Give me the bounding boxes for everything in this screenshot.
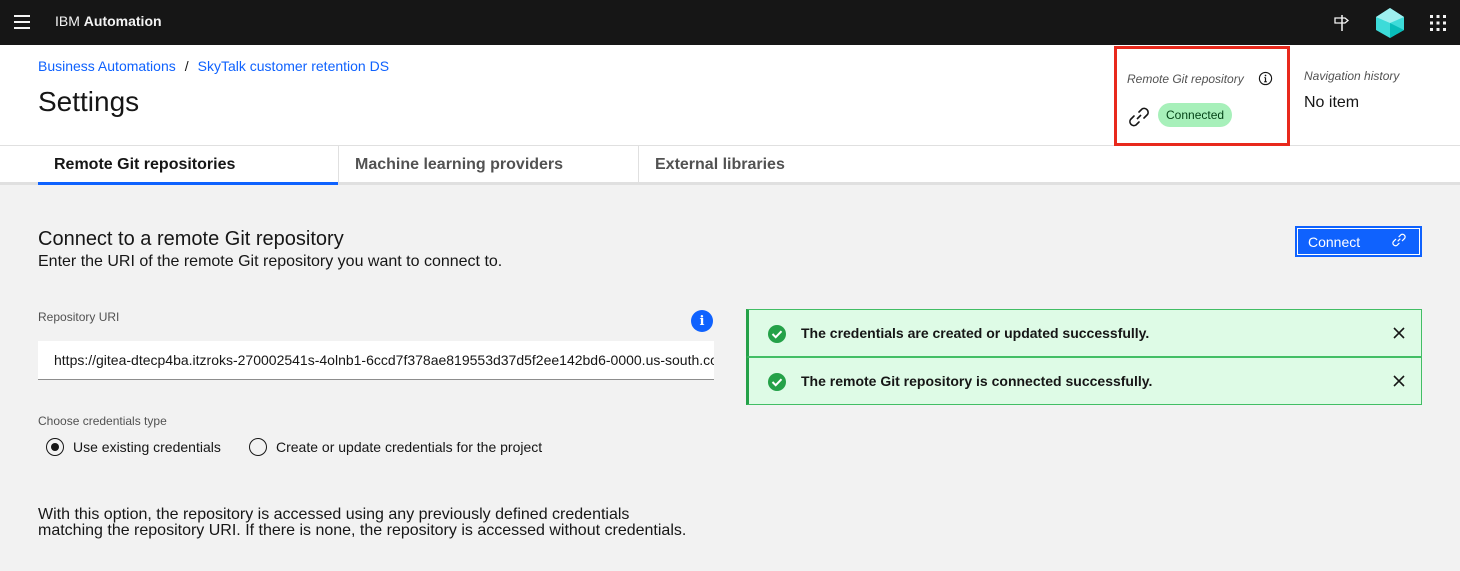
close-icon[interactable] bbox=[1391, 325, 1407, 346]
repository-uri-input[interactable] bbox=[38, 341, 714, 380]
breadcrumb-project[interactable]: SkyTalk customer retention DS bbox=[198, 58, 389, 74]
hamburger-menu-icon[interactable] bbox=[14, 15, 30, 29]
signpost-icon[interactable] bbox=[1328, 0, 1356, 45]
success-notification: The remote Git repository is connected s… bbox=[746, 357, 1422, 405]
credentials-type-label: Choose credentials type bbox=[38, 414, 167, 428]
checkmark-filled-icon bbox=[767, 372, 787, 397]
link-icon bbox=[1127, 105, 1151, 134]
help-line-2: matching the repository URI. If there is… bbox=[38, 522, 687, 539]
navigation-history: Navigation history No item bbox=[1304, 69, 1399, 112]
success-notification: The credentials are created or updated s… bbox=[746, 309, 1422, 357]
top-bar: IBM Automation bbox=[0, 0, 1460, 45]
brand-title[interactable]: IBM Automation bbox=[55, 13, 162, 29]
brand-name: Automation bbox=[83, 13, 162, 29]
settings-tabs: Remote Git repositories Machine learning… bbox=[0, 146, 1460, 185]
breadcrumb-business-automations[interactable]: Business Automations bbox=[38, 58, 176, 74]
brand-prefix: IBM bbox=[55, 13, 80, 29]
tab-remote-git-repositories[interactable]: Remote Git repositories bbox=[38, 146, 338, 185]
remote-git-status-panel: Remote Git repository Connected bbox=[1114, 46, 1290, 146]
connected-status-tag: Connected bbox=[1158, 103, 1233, 127]
radio-label: Create or update credentials for the pro… bbox=[276, 439, 543, 455]
tab-external-libraries[interactable]: External libraries bbox=[638, 146, 938, 185]
avatar[interactable] bbox=[1370, 0, 1410, 45]
notification-message: The remote Git repository is connected s… bbox=[801, 373, 1153, 389]
radio-create-update-credentials[interactable]: Create or update credentials for the pro… bbox=[249, 438, 542, 456]
radio-checked-icon bbox=[46, 438, 64, 456]
help-line-1: With this option, the repository is acce… bbox=[38, 506, 630, 523]
credentials-help-text: With this option, the repository is acce… bbox=[38, 507, 738, 539]
radio-unchecked-icon bbox=[249, 438, 267, 456]
navigation-history-label: Navigation history bbox=[1304, 69, 1400, 83]
remote-git-status-label: Remote Git repository bbox=[1127, 72, 1244, 86]
page-header: Business Automations / SkyTalk customer … bbox=[0, 45, 1460, 146]
connect-button-label: Connect bbox=[1308, 233, 1361, 250]
checkmark-filled-icon bbox=[767, 324, 787, 349]
app-switcher-icon[interactable] bbox=[1424, 0, 1452, 45]
connect-button[interactable]: Connect bbox=[1295, 226, 1422, 257]
info-icon[interactable]: i bbox=[691, 310, 713, 332]
info-icon[interactable] bbox=[1258, 71, 1273, 91]
breadcrumb-separator: / bbox=[184, 58, 189, 74]
radio-use-existing-credentials[interactable]: Use existing credentials bbox=[46, 438, 221, 456]
page-title: Settings bbox=[38, 86, 140, 117]
link-icon bbox=[1391, 232, 1407, 251]
breadcrumb: Business Automations / SkyTalk customer … bbox=[38, 58, 389, 74]
close-icon[interactable] bbox=[1391, 373, 1407, 394]
radio-label: Use existing credentials bbox=[73, 439, 221, 455]
repository-uri-label: Repository URI bbox=[38, 310, 120, 324]
section-description: Enter the URI of the remote Git reposito… bbox=[38, 253, 503, 270]
section-title: Connect to a remote Git repository bbox=[38, 228, 344, 250]
navigation-history-value: No item bbox=[1304, 94, 1360, 111]
notification-message: The credentials are created or updated s… bbox=[801, 325, 1150, 341]
tab-machine-learning-providers[interactable]: Machine learning providers bbox=[338, 146, 638, 185]
